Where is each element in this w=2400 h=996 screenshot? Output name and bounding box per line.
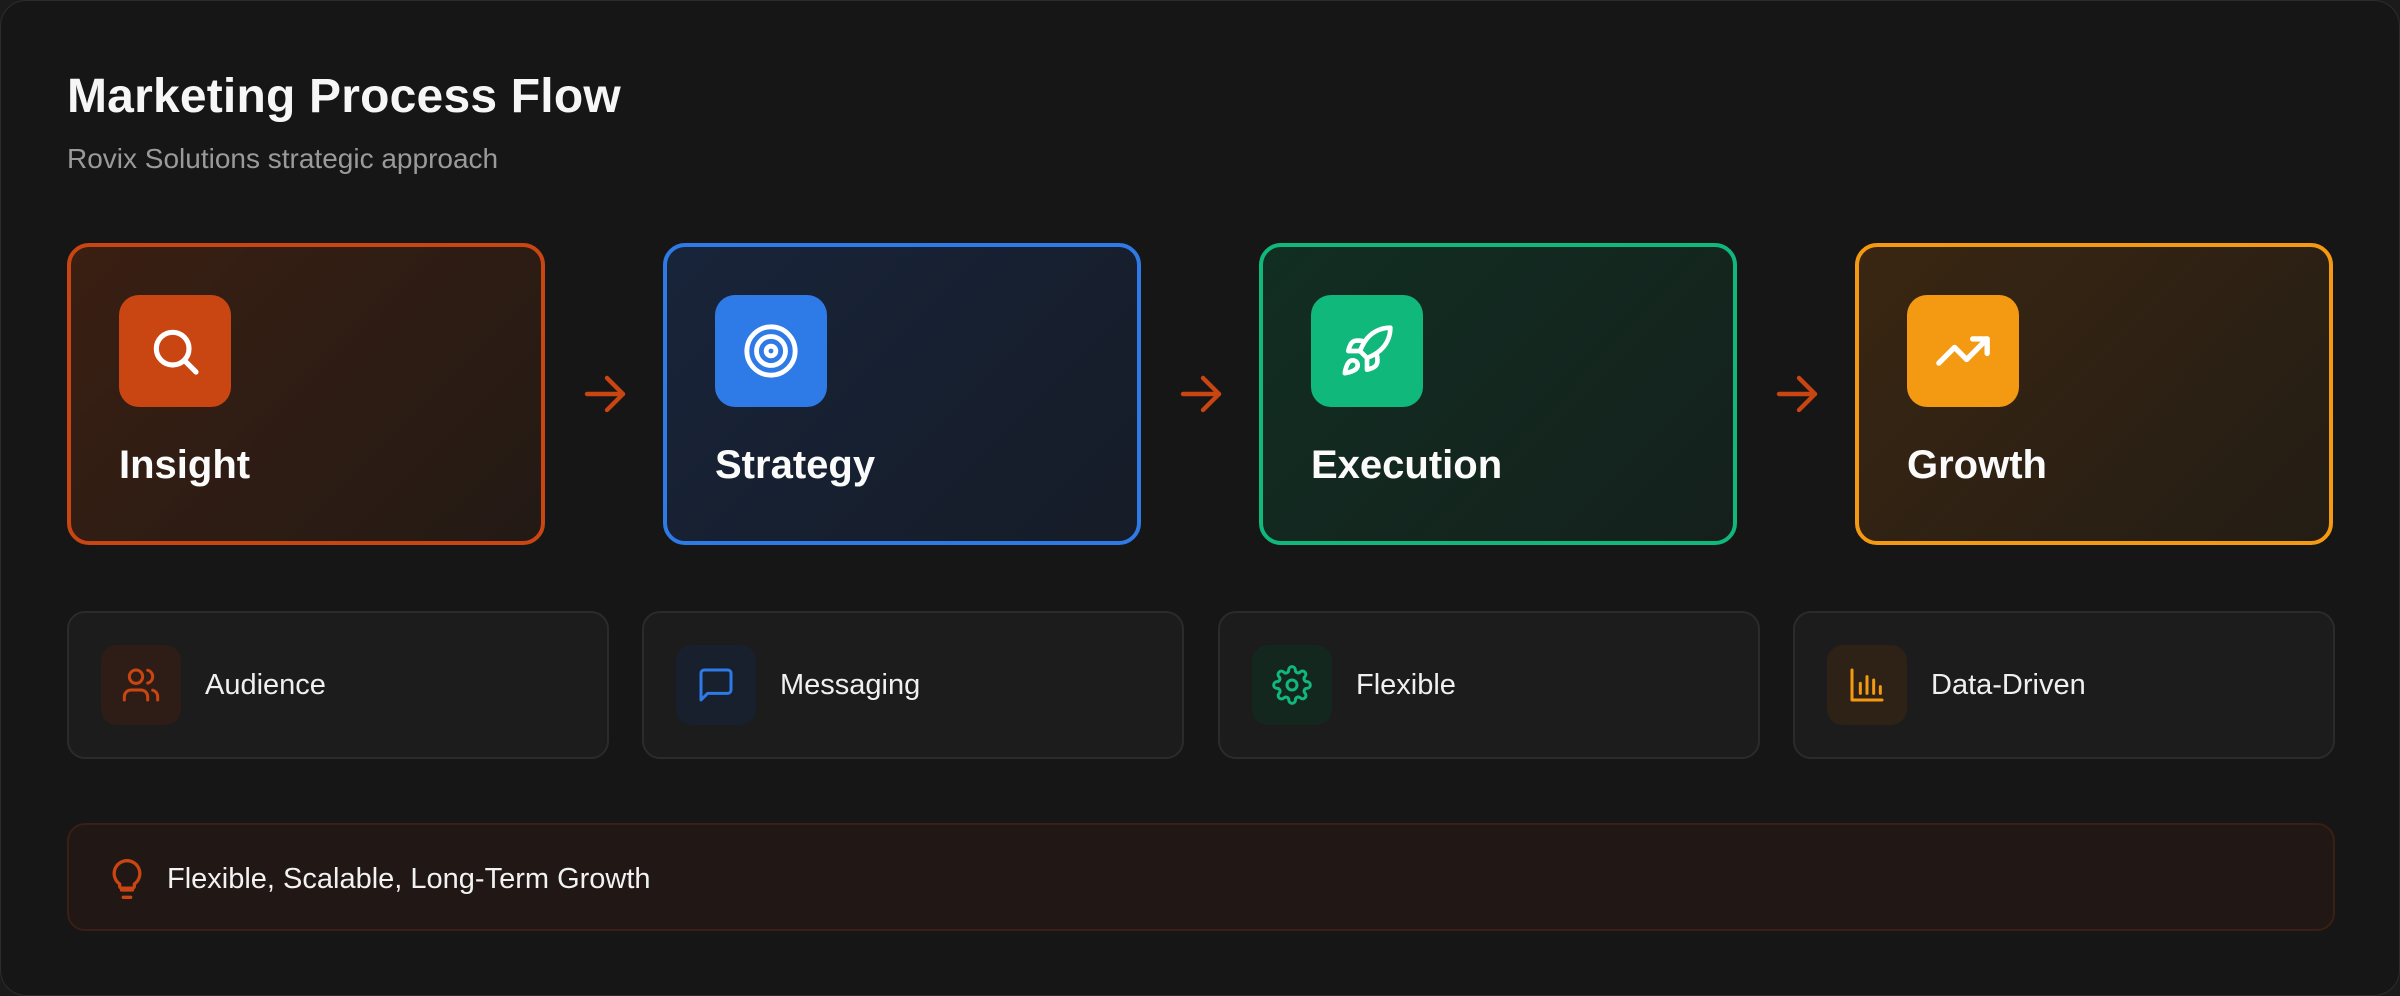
feature-tile-flexible: Flexible: [1218, 611, 1760, 759]
banner-text: Flexible, Scalable, Long-Term Growth: [167, 863, 651, 895]
feature-label: Messaging: [780, 669, 921, 701]
feature-tile-audience: Audience: [67, 611, 609, 759]
step-icon-box: [119, 295, 231, 407]
arrow-right-icon: [1180, 375, 1222, 413]
feature-tile-data-driven: Data-Driven: [1793, 611, 2335, 759]
users-icon: [122, 668, 160, 702]
feature-icon-box: [101, 645, 181, 725]
page-title: Marketing Process Flow: [67, 70, 621, 123]
trending-up-icon: [1936, 336, 1990, 366]
step-label: Growth: [1907, 443, 2047, 487]
summary-banner: Flexible, Scalable, Long-Term Growth: [67, 823, 2335, 931]
step-label: Execution: [1311, 443, 1503, 487]
feature-icon-box: [1252, 645, 1332, 725]
step-card-insight: Insight: [67, 243, 545, 545]
bar-chart-icon: [1850, 668, 1884, 702]
gear-icon: [1272, 665, 1312, 705]
process-flow-panel: Marketing Process Flow Rovix Solutions s…: [0, 0, 2400, 996]
step-label: Strategy: [715, 443, 876, 487]
step-icon-box: [1311, 295, 1423, 407]
feature-tile-messaging: Messaging: [642, 611, 1184, 759]
page-subtitle: Rovix Solutions strategic approach: [67, 143, 499, 174]
arrow-right-icon: [584, 375, 626, 413]
lightbulb-icon: [112, 859, 142, 899]
step-label: Insight: [119, 443, 251, 487]
rocket-icon: [1342, 325, 1393, 376]
feature-icon-box: [1827, 645, 1907, 725]
search-icon: [153, 329, 199, 375]
step-icon-box: [715, 295, 827, 407]
step-card-strategy: Strategy: [663, 243, 1141, 545]
feature-icon-box: [676, 645, 756, 725]
feature-label: Data-Driven: [1931, 669, 2086, 701]
feature-label: Audience: [205, 669, 326, 701]
step-card-growth: Growth: [1855, 243, 2333, 545]
step-card-execution: Execution: [1259, 243, 1737, 545]
arrow-right-icon: [1776, 375, 1818, 413]
target-icon: [744, 324, 798, 378]
step-icon-box: [1907, 295, 2019, 407]
feature-label: Flexible: [1356, 669, 1456, 701]
message-square-icon: [699, 668, 733, 702]
